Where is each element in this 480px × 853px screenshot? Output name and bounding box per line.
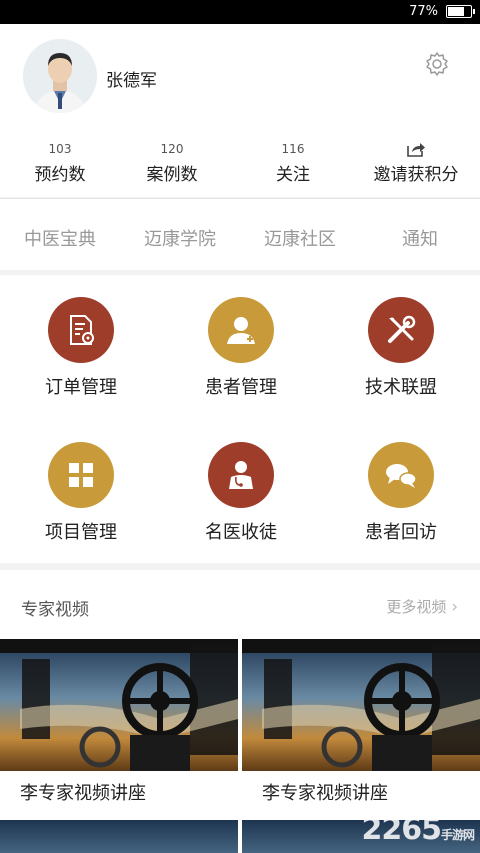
stat-label: 预约数 [34,165,86,185]
video-thumbnail-partial[interactable] [0,820,238,853]
share-icon [405,140,427,158]
grid-item-followup[interactable]: 患者回访 [321,442,480,582]
grid-label: 技术联盟 [365,377,437,398]
stat-follows[interactable]: 116 关注 [233,140,353,185]
stats-row: 103 预约数 120 案例数 116 关注 邀请获积分 [0,140,480,190]
grid-squares-icon [48,442,114,508]
battery-percent: 77% [409,4,438,19]
grid-item-apprentice[interactable]: 名医收徒 [161,442,321,582]
feature-grid: 订单管理 患者管理 技术联盟 项目管理 名医收徒 患者回访 [0,275,480,563]
chevron-right-icon: › [451,597,458,617]
tools-icon [368,297,434,363]
stat-label: 案例数 [146,165,198,185]
more-videos-label: 更多视频 [386,598,447,616]
grid-label: 项目管理 [45,522,117,543]
grid-item-patients[interactable]: 患者管理 [161,297,321,437]
video-title: 李专家视频讲座 [20,783,146,804]
video-thumbnail [242,639,480,771]
stat-count: 103 [48,142,72,156]
stat-label: 关注 [276,165,310,185]
video-card[interactable]: 李专家视频讲座 [242,639,480,809]
user-name: 张德军 [106,71,157,91]
tab-tcm-classics[interactable]: 中医宝典 [0,225,120,251]
status-bar: 77% [0,0,480,24]
video-title: 李专家视频讲座 [262,783,388,804]
grid-item-projects[interactable]: 项目管理 [1,442,161,582]
avatar[interactable] [23,39,97,113]
profile-header: 张德军 103 预约数 120 案例数 116 关注 邀请获积分 [0,24,480,197]
category-tabs: 中医宝典 迈康学院 迈康社区 通知 [0,198,480,270]
more-videos-link[interactable]: 更多视频 › [386,596,458,617]
patient-icon [208,297,274,363]
video-card[interactable]: 李专家视频讲座 [0,639,238,809]
section-title: 专家视频 [21,600,89,620]
video-thumbnail [0,639,238,771]
battery-icon [446,5,475,18]
stat-count: 120 [160,142,184,156]
stat-cases[interactable]: 120 案例数 [112,140,232,185]
expert-videos-section: 专家视频 更多视频 › 李专家视频讲座 李专家视频讲座 2265手游网 [0,570,480,853]
grid-label: 患者管理 [205,377,277,398]
grid-label: 订单管理 [45,377,117,398]
tab-notifications[interactable]: 通知 [360,225,480,251]
grid-label: 患者回访 [365,522,437,543]
doctor-icon [208,442,274,508]
chat-bubbles-icon [368,442,434,508]
stat-appointments[interactable]: 103 预约数 [0,140,120,185]
grid-label: 名医收徒 [205,522,277,543]
grid-item-orders[interactable]: 订单管理 [1,297,161,437]
document-gear-icon [48,297,114,363]
stat-invite[interactable]: 邀请获积分 [356,140,476,185]
settings-gear-icon[interactable] [424,51,450,77]
tab-maikang-community[interactable]: 迈康社区 [240,225,360,251]
watermark-logo: 2265手游网 [361,812,475,847]
stat-count: 116 [281,142,305,156]
tab-maikang-academy[interactable]: 迈康学院 [120,225,240,251]
stat-label: 邀请获积分 [373,165,459,185]
grid-item-tech-alliance[interactable]: 技术联盟 [321,297,480,437]
